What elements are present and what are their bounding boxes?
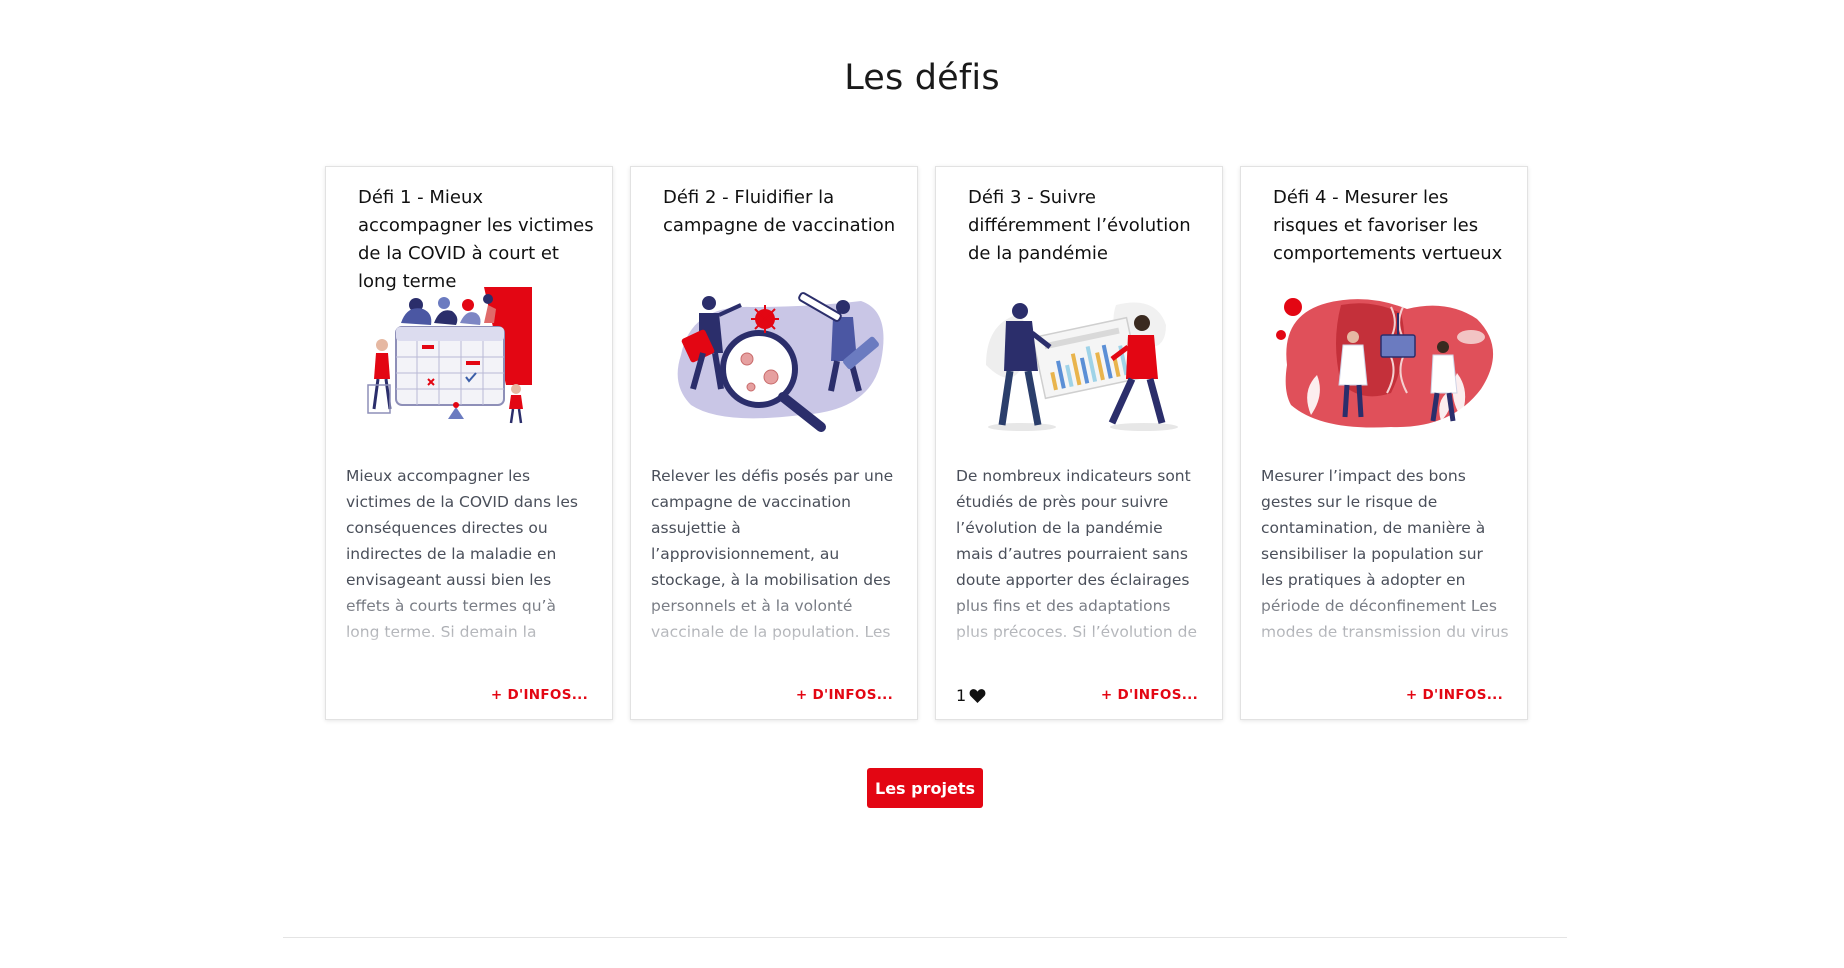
section-title: Les défis — [844, 58, 1000, 98]
lab-illustration — [1271, 285, 1501, 435]
challenge-card-4[interactable]: Défi 4 - Mesurer les risques et favorise… — [1240, 166, 1528, 720]
projects-button[interactable]: Les projets — [867, 768, 983, 808]
more-info-link[interactable]: + D'INFOS... — [491, 687, 588, 703]
challenge-cards: Défi 1 - Mieux accompagner les victimes … — [325, 166, 1528, 720]
like-counter[interactable]: 1 — [956, 686, 986, 705]
challenge-description: Mieux accompagner les victimes de la COV… — [346, 463, 594, 645]
challenge-card-3[interactable]: Défi 3 - Suivre différemment l’évolution… — [935, 166, 1223, 720]
challenge-description: Relever les défis posés par une campagne… — [651, 463, 899, 645]
challenge-title[interactable]: Défi 2 - Fluidifier la campagne de vacci… — [663, 184, 899, 240]
challenge-description: Mesurer l’impact des bons gestes sur le … — [1261, 463, 1509, 645]
challenge-card-1[interactable]: Défi 1 - Mieux accompagner les victimes … — [325, 166, 613, 720]
chart-illustration — [966, 285, 1196, 435]
vaccination-illustration — [661, 285, 891, 435]
calendar-illustration — [356, 285, 586, 435]
more-info-link[interactable]: + D'INFOS... — [1406, 687, 1503, 703]
challenges-page: Les défis Défi 1 - Mieux accompagner les… — [0, 0, 1844, 968]
like-count: 1 — [956, 686, 967, 705]
challenge-title[interactable]: Défi 1 - Mieux accompagner les victimes … — [358, 184, 594, 296]
challenge-card-2[interactable]: Défi 2 - Fluidifier la campagne de vacci… — [630, 166, 918, 720]
challenge-title[interactable]: Défi 4 - Mesurer les risques et favorise… — [1273, 184, 1509, 268]
challenge-description: De nombreux indicateurs sont étudiés de … — [956, 463, 1204, 645]
more-info-link[interactable]: + D'INFOS... — [1101, 687, 1198, 703]
heart-icon — [969, 688, 986, 703]
footer-divider — [283, 937, 1567, 938]
more-info-link[interactable]: + D'INFOS... — [796, 687, 893, 703]
challenge-title[interactable]: Défi 3 - Suivre différemment l’évolution… — [968, 184, 1204, 268]
